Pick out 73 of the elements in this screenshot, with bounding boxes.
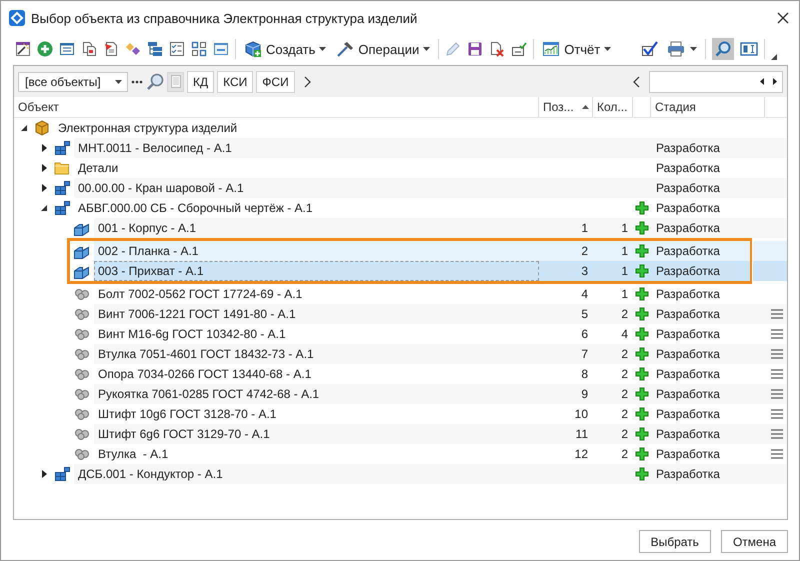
object-name[interactable]: Штифт 10g6 ГОСТ 3128-70 - А.1 xyxy=(94,404,539,424)
quantity-value: 1 xyxy=(621,244,628,258)
stage-value: Разработка xyxy=(656,221,720,235)
quantity-value: 1 xyxy=(621,221,628,235)
quantity-value: 2 xyxy=(621,447,628,461)
position-value: 11 xyxy=(576,427,588,441)
position-value: 5 xyxy=(581,307,588,321)
stage-value: Разработка xyxy=(656,347,720,361)
menu-button[interactable]: Отчёт xyxy=(540,38,614,60)
menu-button[interactable]: Операции xyxy=(334,38,432,60)
position-value: 8 xyxy=(581,367,588,381)
object-name[interactable]: Рукоятка 7061-0285 ГОСТ 4742-68 - А.1 xyxy=(94,384,539,404)
column-header[interactable]: Поз... xyxy=(539,97,593,117)
object-name[interactable]: Втулка 7051-4601 ГОСТ 18432-73 - А.1 xyxy=(94,344,539,364)
stage-value: Разработка xyxy=(656,327,720,341)
column-header[interactable]: Стадия xyxy=(651,97,765,117)
stage-value: Разработка xyxy=(656,141,720,155)
object-name[interactable]: МНТ.0011 - Велосипед - А.1 xyxy=(74,138,539,158)
stage-value: Разработка xyxy=(656,367,720,381)
stage-value: Разработка xyxy=(656,201,720,215)
position-value: 9 xyxy=(581,387,588,401)
position-value: 2 xyxy=(581,244,588,258)
quantity-value: 2 xyxy=(621,307,628,321)
position-value: 4 xyxy=(581,287,588,301)
stage-value: Разработка xyxy=(656,181,720,195)
dialog-button[interactable]: Отмена xyxy=(720,530,788,553)
window-title: Выбор объекта из справочника Электронная структура изделий xyxy=(31,10,418,26)
quantity-value: 2 xyxy=(621,407,628,421)
menu-button[interactable]: Создать xyxy=(242,38,328,60)
position-value: 7 xyxy=(581,347,588,361)
stage-value: Разработка xyxy=(656,447,720,461)
stage-value: Разработка xyxy=(656,287,720,301)
position-value: 6 xyxy=(581,327,588,341)
position-value: 3 xyxy=(581,264,588,278)
object-name[interactable]: 003 - Прихват - А.1 xyxy=(94,261,539,281)
dialog-button[interactable]: Выбрать xyxy=(638,530,711,553)
stage-value: Разработка xyxy=(656,264,720,278)
stage-value: Разработка xyxy=(656,244,720,258)
quantity-value: 1 xyxy=(621,287,628,301)
quantity-value: 2 xyxy=(621,347,628,361)
stage-value: Разработка xyxy=(656,387,720,401)
object-name[interactable]: Винт М16-6g ГОСТ 10342-80 - А.1 xyxy=(94,324,539,344)
object-name[interactable]: 00.00.00 - Кран шаровой - А.1 xyxy=(74,178,539,198)
stage-value: Разработка xyxy=(656,467,720,481)
object-name[interactable]: ДСБ.001 - Кондуктор - А.1 xyxy=(74,464,539,484)
stage-value: Разработка xyxy=(656,407,720,421)
object-name[interactable]: 001 - Корпус - А.1 xyxy=(94,218,539,238)
object-name[interactable]: Болт 7002-0562 ГОСТ 17724-69 - А.1 xyxy=(94,284,539,304)
stage-value: Разработка xyxy=(656,427,720,441)
object-name[interactable]: Опора 7034-0266 ГОСТ 13440-68 - А.1 xyxy=(94,364,539,384)
stage-value: Разработка xyxy=(656,307,720,321)
quantity-value: 2 xyxy=(621,427,628,441)
object-name[interactable]: АБВГ.000.00 СБ - Сборочный чертёж - А.1 xyxy=(74,198,539,218)
object-name[interactable]: Электронная структура изделий xyxy=(54,118,539,138)
quantity-value: 2 xyxy=(621,387,628,401)
filter-tab[interactable]: КД xyxy=(187,70,214,92)
object-name[interactable]: Детали xyxy=(74,158,539,178)
object-name[interactable]: Штифт 6g6 ГОСТ 3129-70 - А.1 xyxy=(94,424,539,444)
column-header[interactable]: Кол... xyxy=(593,97,633,117)
filter-tab[interactable]: ФСИ xyxy=(256,70,295,92)
quantity-value: 2 xyxy=(621,367,628,381)
stage-value: Разработка xyxy=(656,161,720,175)
object-name[interactable]: 002 - Планка - А.1 xyxy=(94,241,539,261)
object-name[interactable]: Винт 7006-1221 ГОСТ 1491-80 - А.1 xyxy=(94,304,539,324)
object-name[interactable]: Втулка - А.1 xyxy=(94,444,539,464)
filter-combo[interactable]: [все объекты] xyxy=(18,72,128,92)
column-header[interactable]: Объект xyxy=(14,97,539,117)
quantity-value: 1 xyxy=(621,264,628,278)
position-value: 1 xyxy=(581,221,588,235)
position-value: 12 xyxy=(574,447,588,461)
position-value: 10 xyxy=(574,407,588,421)
quantity-value: 4 xyxy=(621,327,628,341)
filter-tab[interactable]: КСИ xyxy=(217,70,254,92)
